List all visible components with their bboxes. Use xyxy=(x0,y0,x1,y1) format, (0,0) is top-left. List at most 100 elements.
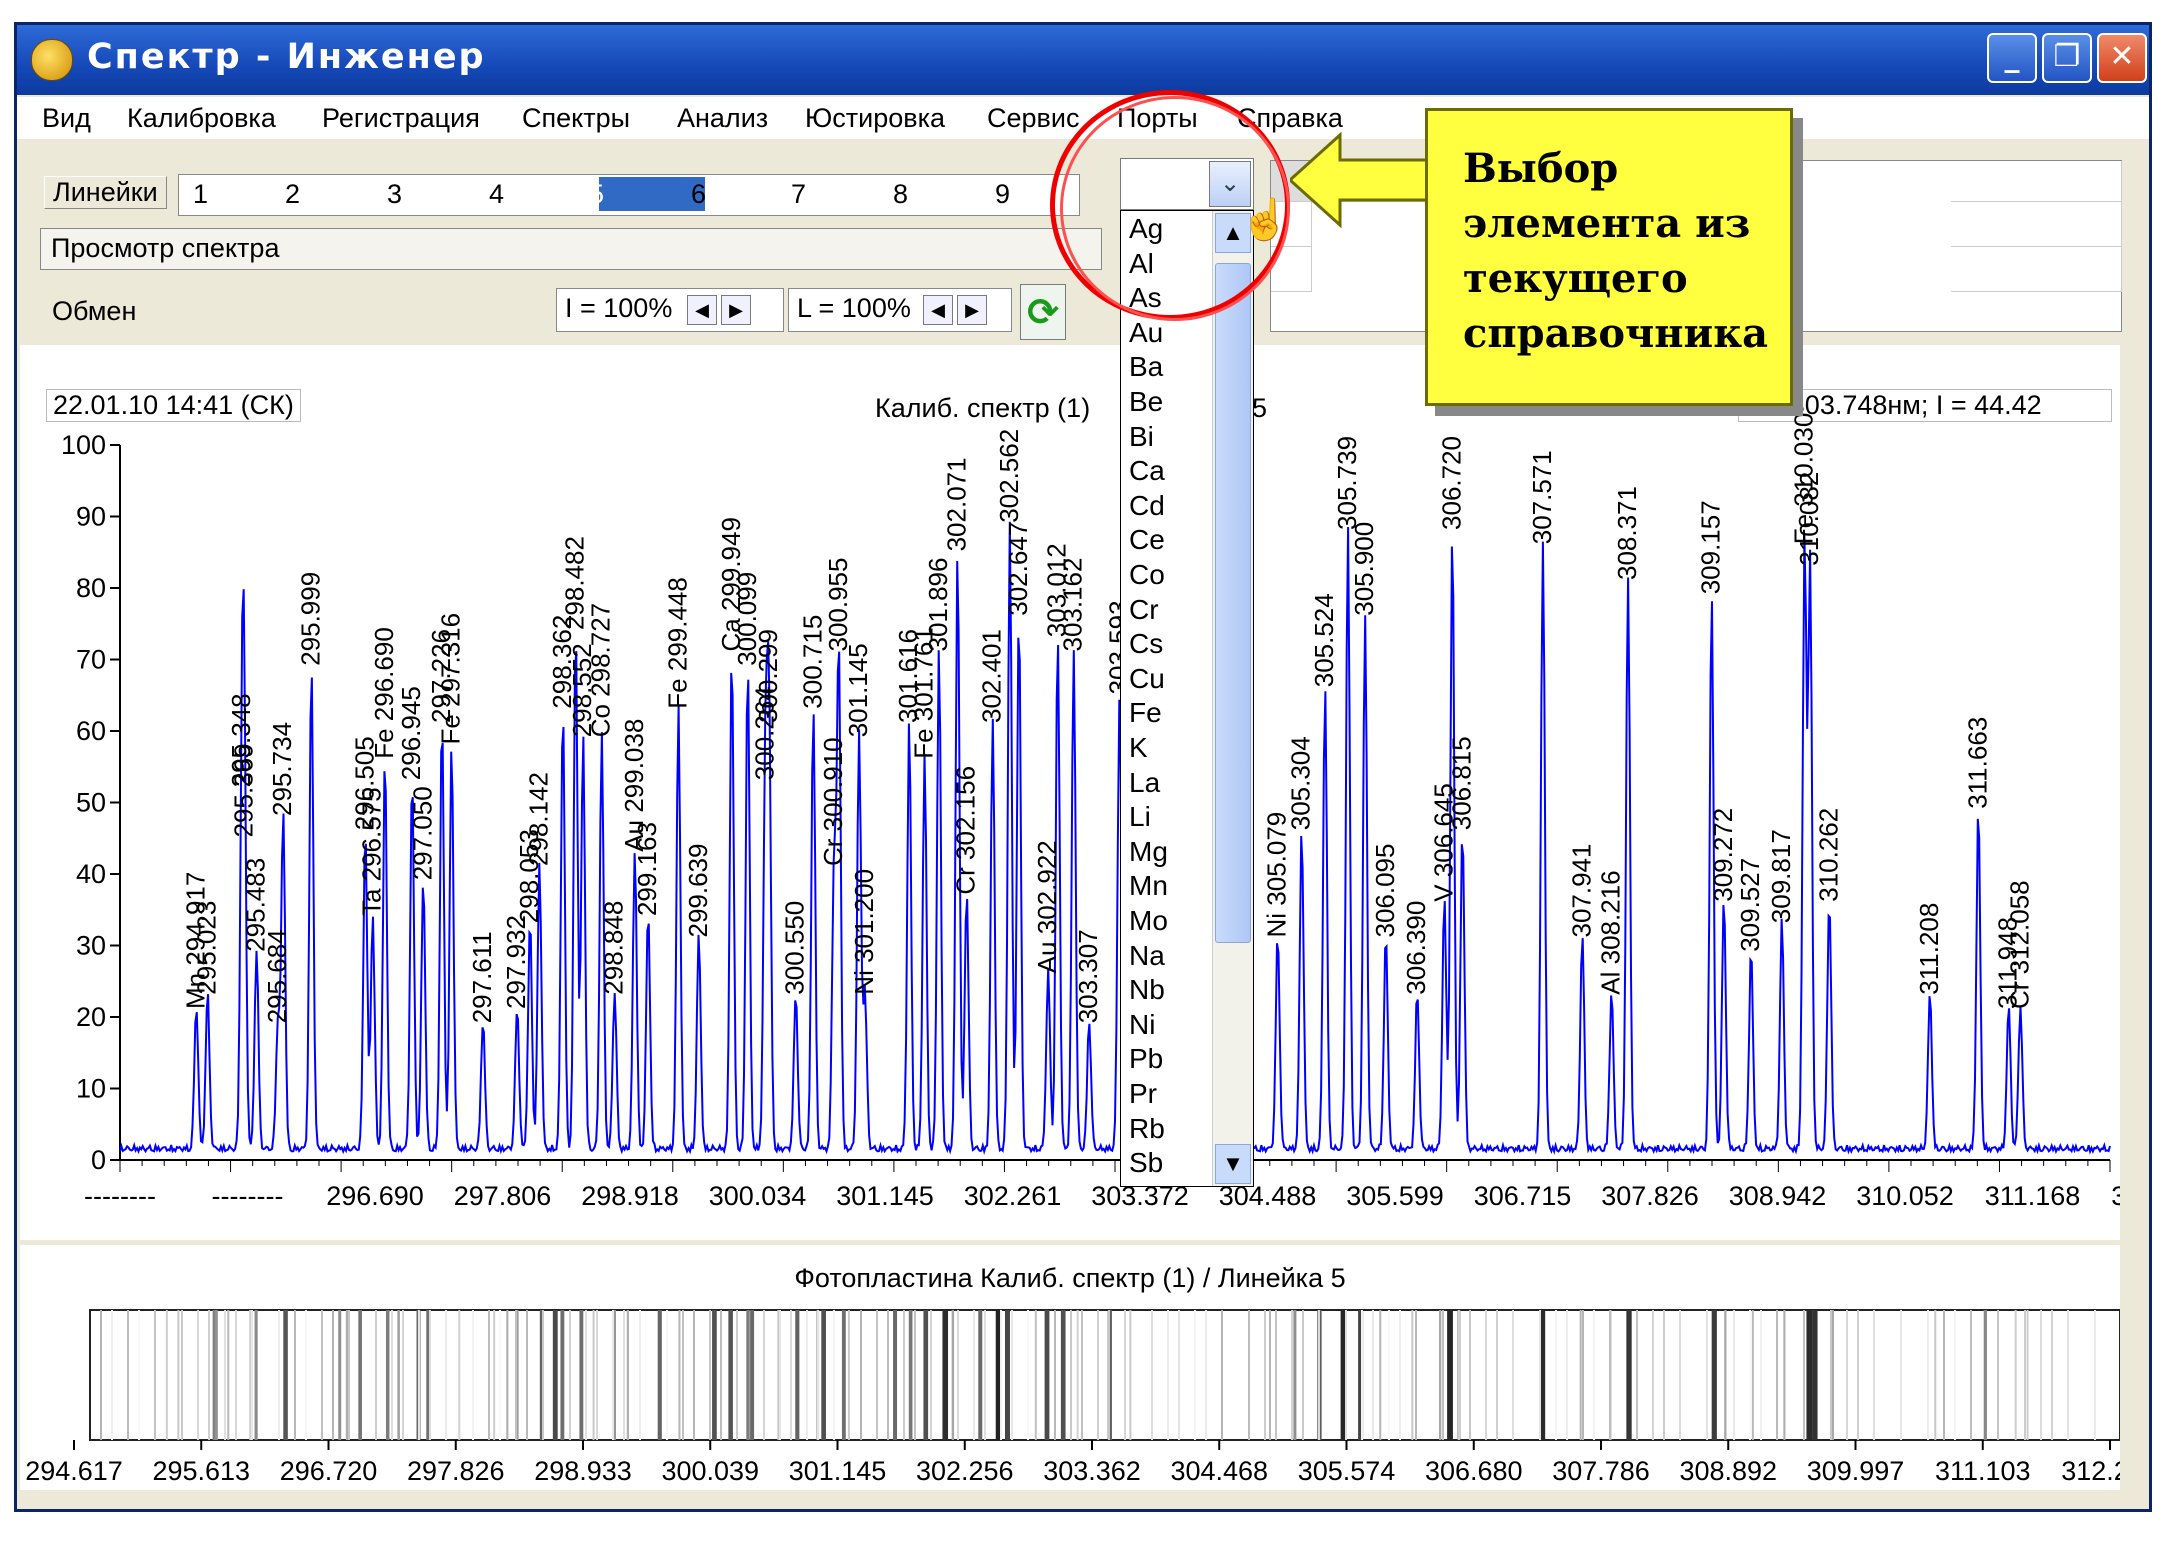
element-option-cr[interactable]: Cr xyxy=(1129,594,1159,626)
element-option-ni[interactable]: Ni xyxy=(1129,1009,1155,1041)
element-option-cs[interactable]: Cs xyxy=(1129,628,1163,660)
plate-faint-line xyxy=(790,1310,792,1440)
intensity-increase-button[interactable]: ▶ xyxy=(721,295,751,325)
plate-line xyxy=(227,1310,230,1440)
element-option-cu[interactable]: Cu xyxy=(1129,663,1165,695)
peak-label: 302.401 xyxy=(977,629,1007,723)
plate-line xyxy=(712,1310,717,1440)
x-tick-label: 306.715 xyxy=(1474,1181,1572,1211)
line-4[interactable]: 4 xyxy=(489,179,504,210)
plate-faint-line xyxy=(957,1310,959,1440)
peak-label: 305.304 xyxy=(1286,736,1316,830)
element-option-ba[interactable]: Ba xyxy=(1129,351,1163,383)
menu-registration[interactable]: Регистрация xyxy=(322,103,480,134)
plate-faint-line xyxy=(1873,1310,1875,1440)
peak-label: 305.739 xyxy=(1332,436,1362,530)
peak-label: 295.734 xyxy=(267,722,297,816)
plate-tick-label: 308.892 xyxy=(1679,1456,1777,1486)
plate-faint-line xyxy=(930,1310,932,1440)
x-tick-label: 300.034 xyxy=(709,1181,807,1211)
plate-faint-line xyxy=(709,1310,711,1440)
element-dropdown-list[interactable]: ▲ ▼ Ag Al As Au Ba Be Bi Ca Cd Ce Co Cr Cs Cu Fe K La Li M… xyxy=(1120,210,1254,1187)
element-option-mn[interactable]: Mn xyxy=(1129,870,1168,902)
restore-button[interactable]: ❐ xyxy=(2042,33,2092,83)
length-increase-button[interactable]: ▶ xyxy=(957,295,987,325)
plate-faint-line xyxy=(1636,1310,1638,1440)
scroll-down-icon[interactable]: ▼ xyxy=(1215,1144,1251,1184)
plate-faint-line xyxy=(1830,1310,1832,1440)
minimize-button[interactable]: _ xyxy=(1987,33,2037,83)
line-7[interactable]: 7 xyxy=(791,179,806,210)
line-9[interactable]: 9 xyxy=(995,179,1010,210)
plate-faint-line xyxy=(1221,1310,1223,1440)
plate-tick-label: 311.103 xyxy=(1935,1456,2031,1486)
element-option-ce[interactable]: Ce xyxy=(1129,524,1165,556)
dropdown-scrollbar[interactable]: ▲ ▼ xyxy=(1212,211,1253,1186)
element-option-be[interactable]: Be xyxy=(1129,386,1163,418)
plate-faint-line xyxy=(1663,1310,1665,1440)
element-option-k[interactable]: K xyxy=(1129,732,1148,764)
line-1[interactable]: 1 xyxy=(193,179,208,210)
plate-faint-line xyxy=(763,1310,765,1440)
element-option-nb[interactable]: Nb xyxy=(1129,974,1165,1006)
plate-faint-line xyxy=(914,1310,916,1440)
plate-faint-line xyxy=(1776,1310,1778,1440)
element-option-na[interactable]: Na xyxy=(1129,940,1165,972)
line-2[interactable]: 2 xyxy=(285,179,300,210)
line-5[interactable]: 5 xyxy=(589,179,604,210)
plate-faint-line xyxy=(2024,1310,2026,1440)
spectrum-chart[interactable]: 0 10 20 30 40 50 60 70 80 90 100 -------- -------- 29… xyxy=(20,345,2120,1225)
element-option-pr[interactable]: Pr xyxy=(1129,1078,1157,1110)
plate-faint-line xyxy=(585,1310,587,1440)
element-option-au[interactable]: Au xyxy=(1129,317,1163,349)
y-tick-label: 20 xyxy=(76,1002,106,1032)
plate-faint-line xyxy=(666,1310,668,1440)
plate-faint-line xyxy=(1733,1310,1735,1440)
plate-faint-line xyxy=(612,1310,614,1440)
plate-faint-line xyxy=(779,1310,781,1440)
menu-alignment[interactable]: Юстировка xyxy=(805,103,945,134)
element-option-pb[interactable]: Pb xyxy=(1129,1043,1163,1075)
spectrum-panel[interactable]: 22.01.10 14:41 (СК) Калиб. спектр (1) 5 … xyxy=(20,345,2120,1240)
peak-label: 295.369 xyxy=(228,743,258,837)
element-option-rb[interactable]: Rb xyxy=(1129,1113,1165,1145)
plate-faint-line xyxy=(294,1310,296,1440)
element-option-bi[interactable]: Bi xyxy=(1129,421,1154,453)
plate-line xyxy=(1812,1310,1818,1440)
element-option-ca[interactable]: Ca xyxy=(1129,455,1165,487)
x-tick-label: -------- xyxy=(84,1181,156,1211)
refresh-icon[interactable]: ⟳ xyxy=(1020,284,1066,340)
plate-line xyxy=(1806,1310,1813,1440)
plate-faint-line xyxy=(1997,1310,1999,1440)
peak-label: 295.023 xyxy=(192,901,222,995)
element-option-mo[interactable]: Mo xyxy=(1129,905,1168,937)
element-option-li[interactable]: Li xyxy=(1129,801,1151,833)
peak-label: 306.390 xyxy=(1401,901,1431,995)
lines-label: Линейки xyxy=(44,176,167,209)
close-button[interactable]: ✕ xyxy=(2097,33,2147,83)
line-8[interactable]: 8 xyxy=(893,179,908,210)
element-option-cd[interactable]: Cd xyxy=(1129,490,1165,522)
line-6[interactable]: 6 xyxy=(691,179,706,210)
menu-spectra[interactable]: Спектры xyxy=(522,103,630,134)
plate-line xyxy=(592,1310,595,1440)
photo-plate[interactable]: 294.617 295.613 296.720 297.826 298.933 300.0… xyxy=(20,1245,2120,1490)
plate-faint-line xyxy=(1539,1310,1541,1440)
element-option-la[interactable]: La xyxy=(1129,767,1160,799)
length-decrease-button[interactable]: ◀ xyxy=(923,295,953,325)
menu-calibration[interactable]: Калибровка xyxy=(127,103,276,134)
element-option-mg[interactable]: Mg xyxy=(1129,836,1168,868)
element-option-fe[interactable]: Fe xyxy=(1129,697,1162,729)
menu-view[interactable]: Вид xyxy=(42,103,91,134)
menu-analysis[interactable]: Анализ xyxy=(677,103,768,134)
plate-faint-line xyxy=(1194,1310,1196,1440)
plate-tick-label: 309.997 xyxy=(1807,1456,1905,1486)
plate-line xyxy=(1983,1310,1987,1440)
line-3[interactable]: 3 xyxy=(387,179,402,210)
menu-service[interactable]: Сервис xyxy=(987,103,1079,134)
plate-faint-line xyxy=(1954,1310,1956,1440)
element-option-co[interactable]: Co xyxy=(1129,559,1165,591)
intensity-decrease-button[interactable]: ◀ xyxy=(687,295,717,325)
scroll-thumb[interactable] xyxy=(1215,263,1251,943)
element-option-sb[interactable]: Sb xyxy=(1129,1147,1163,1179)
